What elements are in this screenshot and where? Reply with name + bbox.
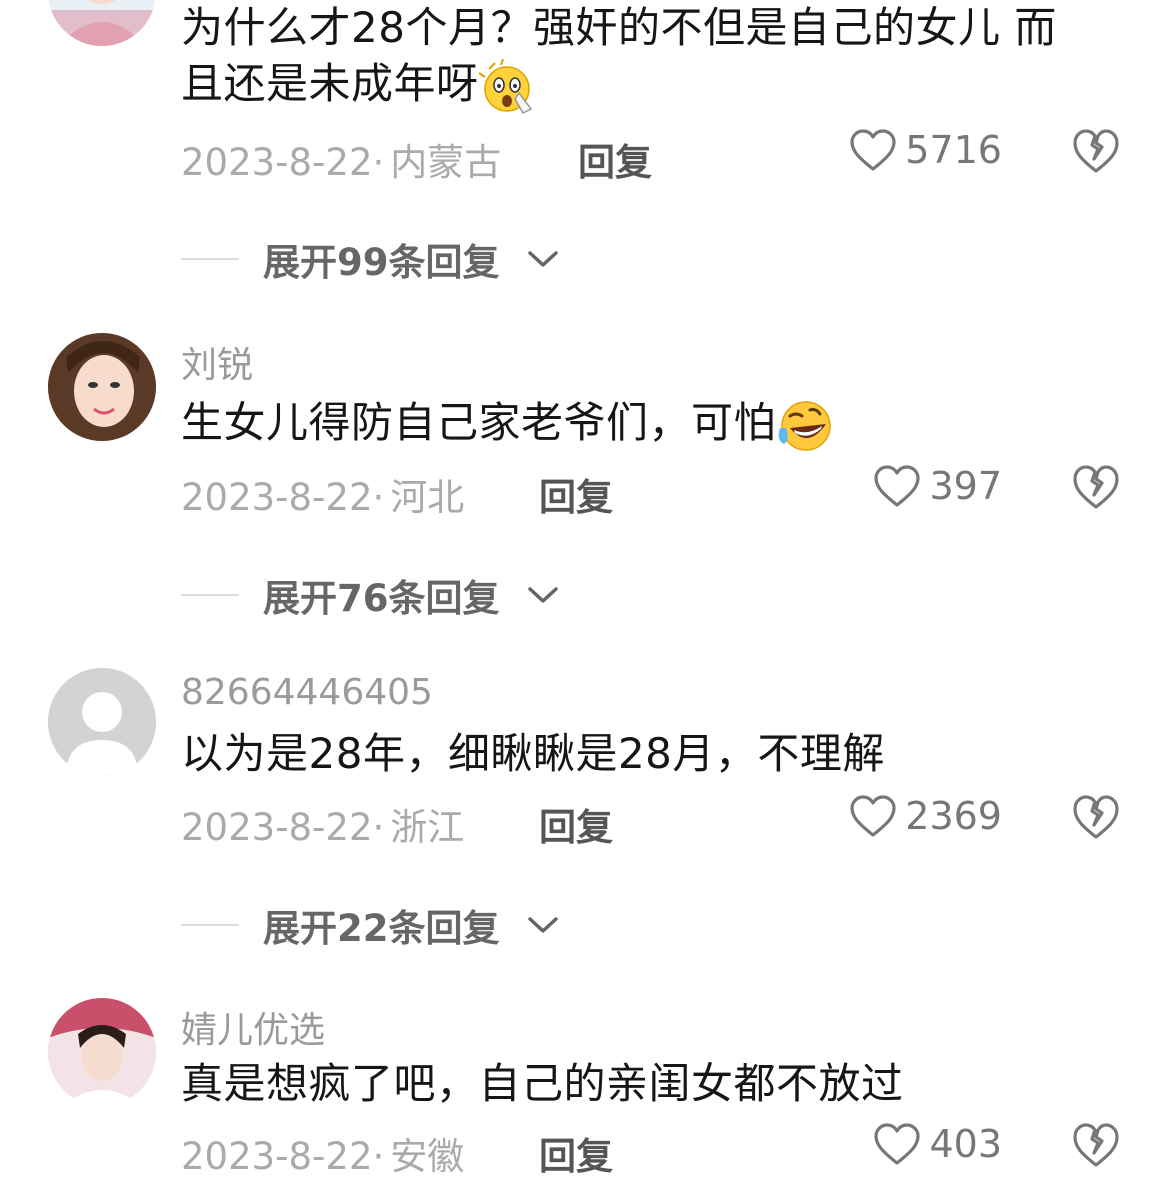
shocked-face-emoji-icon — [477, 58, 535, 115]
avatar[interactable] — [48, 0, 156, 46]
comment-date: 2023-8-22· — [181, 476, 385, 519]
broken-heart-icon — [1073, 465, 1119, 509]
like-button[interactable]: 403 — [873, 1122, 1002, 1166]
reply-button[interactable]: 回复 — [539, 1126, 613, 1180]
comment-location: 安徽 — [390, 1135, 465, 1178]
expand-replies-label: 展开99条回复 — [263, 241, 500, 284]
heart-outline-icon — [850, 795, 896, 837]
divider-line — [181, 594, 239, 596]
expand-replies-label: 展开22条回复 — [263, 907, 500, 950]
dislike-button[interactable] — [1072, 128, 1120, 174]
comment-location: 内蒙古 — [390, 141, 502, 184]
broken-heart-icon — [1073, 795, 1119, 839]
comment-text: 生女儿得防自己家老爷们，可怕 — [181, 395, 1126, 454]
expand-replies-button[interactable]: 展开22条回复 — [181, 898, 560, 952]
like-count: 403 — [929, 1122, 1002, 1166]
like-button[interactable]: 5716 — [849, 128, 1002, 172]
rolling-laughing-emoji-icon — [776, 398, 832, 454]
reply-button[interactable]: 回复 — [578, 132, 652, 186]
like-button[interactable]: 2369 — [849, 794, 1002, 838]
dislike-button[interactable] — [1072, 794, 1120, 840]
like-button[interactable]: 397 — [873, 464, 1002, 508]
username[interactable]: 刘锐 — [181, 336, 253, 388]
reply-button[interactable]: 回复 — [539, 467, 613, 521]
heart-outline-icon — [874, 1123, 921, 1165]
comment-date: 2023-8-22· — [181, 141, 385, 184]
chevron-down-icon — [527, 917, 558, 933]
username[interactable]: 婧儿优选 — [181, 1001, 325, 1053]
expand-replies-button[interactable]: 展开76条回复 — [181, 568, 560, 622]
expand-replies-button[interactable]: 展开99条回复 — [181, 232, 560, 286]
heart-outline-icon — [850, 129, 896, 171]
comment-date: 2023-8-22· — [181, 1135, 385, 1178]
comment-meta: 2023-8-22· 河北 — [181, 467, 464, 521]
like-count: 2369 — [905, 794, 1002, 838]
comment-text: 以为是28年，细瞅瞅是28月，不理解 — [181, 729, 885, 778]
heart-outline-icon — [874, 465, 921, 507]
divider-line — [181, 924, 239, 926]
dislike-button[interactable] — [1072, 1122, 1120, 1168]
comment-text: 真是想疯了吧，自己的亲闺女都不放过 — [181, 1059, 904, 1108]
comment-location: 河北 — [390, 476, 465, 519]
avatar[interactable] — [48, 333, 156, 441]
broken-heart-icon — [1073, 129, 1119, 173]
comment-meta: 2023-8-22· 浙江 — [181, 797, 464, 851]
chevron-down-icon — [527, 587, 558, 603]
comment-meta: 2023-8-22· 内蒙古 — [181, 132, 501, 186]
username[interactable]: 82664446405 — [181, 672, 433, 713]
like-count: 397 — [929, 464, 1002, 508]
reply-button[interactable]: 回复 — [539, 797, 613, 851]
expand-replies-label: 展开76条回复 — [263, 577, 500, 620]
avatar[interactable] — [48, 668, 156, 776]
avatar[interactable] — [48, 998, 156, 1106]
divider-line — [181, 258, 239, 260]
comment-text: 为什么才28个月？强奸的不但是自己的女儿 而 且还是未成年呀 — [181, 0, 1126, 115]
dislike-button[interactable] — [1072, 464, 1120, 510]
chevron-down-icon — [527, 251, 558, 267]
comment-location: 浙江 — [390, 806, 465, 849]
comment-date: 2023-8-22· — [181, 806, 385, 849]
comment-meta: 2023-8-22· 安徽 — [181, 1126, 464, 1180]
like-count: 5716 — [905, 128, 1002, 172]
broken-heart-icon — [1073, 1123, 1119, 1167]
